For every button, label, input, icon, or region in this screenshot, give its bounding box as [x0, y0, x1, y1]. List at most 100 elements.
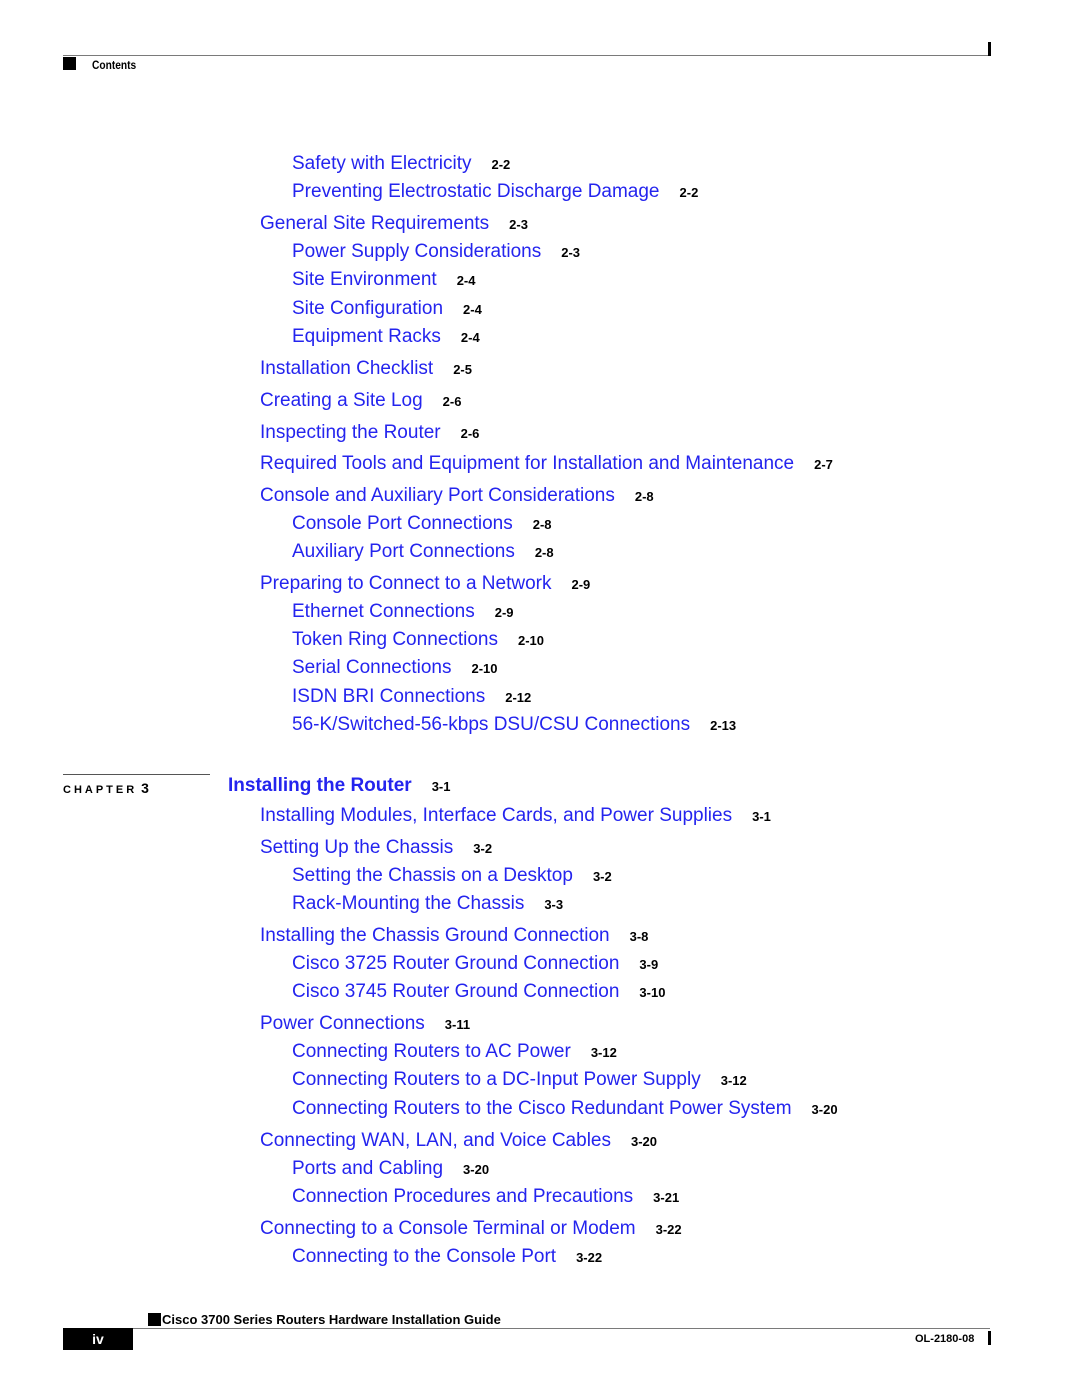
toc-entry-page: 3-9	[639, 957, 659, 972]
toc-entry[interactable]: 56-K/Switched-56-kbps DSU/CSU Connection…	[292, 714, 736, 736]
toc-entry-title-link[interactable]: Installing Modules, Interface Cards, and…	[260, 805, 732, 827]
toc-entry-title-link[interactable]: 56-K/Switched-56-kbps DSU/CSU Connection…	[292, 714, 690, 736]
toc-entry-title-link[interactable]: Setting Up the Chassis	[260, 837, 453, 859]
chapter-page: 3-1	[431, 779, 451, 794]
toc-entry-title-link[interactable]: Installation Checklist	[260, 358, 433, 380]
toc-entry-title-link[interactable]: Ports and Cabling	[292, 1158, 443, 1180]
toc-entry[interactable]: Preparing to Connect to a Network 2-9	[260, 573, 590, 595]
toc-entry-title-link[interactable]: Preparing to Connect to a Network	[260, 573, 552, 595]
toc-entry-page: 3-2	[592, 869, 612, 884]
toc-entry-title-link[interactable]: Inspecting the Router	[260, 422, 441, 444]
toc-entry[interactable]: Installation Checklist 2-5	[260, 358, 472, 380]
toc-entry-title-link[interactable]: Site Configuration	[292, 298, 443, 320]
toc-entry-title-link[interactable]: Connecting to the Console Port	[292, 1246, 556, 1268]
toc-entry-page: 2-13	[710, 718, 737, 733]
toc-entry-title-link[interactable]: Cisco 3745 Router Ground Connection	[292, 981, 619, 1003]
chapter-title-link[interactable]: Installing the Router	[228, 775, 412, 797]
toc-entry[interactable]: Safety with Electricity 2-2	[292, 153, 510, 175]
toc-entry-page: 2-4	[463, 302, 482, 317]
toc-entry-title-link[interactable]: Power Connections	[260, 1013, 425, 1035]
toc-entry[interactable]: Power Supply Considerations 2-3	[292, 241, 580, 263]
chapter-entry[interactable]: Installing the Router 3-1	[228, 775, 450, 797]
header-title: Contents	[92, 58, 137, 72]
toc-entry[interactable]: Site Environment 2-4	[292, 269, 475, 291]
toc-entry[interactable]: Connecting Routers to a DC-Input Power S…	[292, 1069, 747, 1091]
toc-entry[interactable]: Ports and Cabling 3-20	[292, 1158, 489, 1180]
toc-entry-title-link[interactable]: General Site Requirements	[260, 213, 489, 235]
toc-entry[interactable]: Connecting to the Console Port 3-22	[292, 1246, 602, 1268]
toc-entry[interactable]: Connection Procedures and Precautions 3-2…	[292, 1186, 679, 1208]
toc-entry-title-link[interactable]: Console and Auxiliary Port Consideration…	[260, 485, 615, 507]
toc-entry[interactable]: Rack-Mounting the Chassis 3-3	[292, 893, 563, 915]
toc-entry[interactable]: Console and Auxiliary Port Consideration…	[260, 485, 654, 507]
toc-entry[interactable]: Console Port Connections 2-8	[292, 513, 552, 535]
toc-entry[interactable]: Connecting WAN, LAN, and Voice Cables 3-2…	[260, 1130, 657, 1152]
toc-entry-page: 2-9	[571, 577, 591, 592]
toc-entry-title-link[interactable]: Equipment Racks	[292, 326, 441, 348]
toc-entry-title-link[interactable]: Installing the Chassis Ground Connection	[260, 925, 610, 947]
toc-entry[interactable]: Connecting to a Console Terminal or Mode…	[260, 1218, 682, 1240]
toc-entry-title-link[interactable]: Connecting Routers to a DC-Input Power S…	[292, 1069, 701, 1091]
toc-entry[interactable]: Preventing Electrostatic Discharge Damag…	[292, 181, 698, 203]
toc-entry[interactable]: Setting the Chassis on a Desktop 3-2	[292, 865, 612, 887]
toc-entry[interactable]: Token Ring Connections 2-10	[292, 629, 544, 651]
toc-entry[interactable]: General Site Requirements 2-3	[260, 213, 528, 235]
toc-entry[interactable]: Serial Connections 2-10	[292, 657, 498, 679]
toc-entry-page: 3-12	[720, 1073, 747, 1088]
toc-entry-page: 3-10	[639, 985, 666, 1000]
toc-entry-page: 2-10	[517, 633, 544, 648]
header-rule	[63, 55, 990, 56]
toc-entry[interactable]: Creating a Site Log 2-6	[260, 390, 461, 412]
footer-tick	[988, 1331, 991, 1345]
toc-entry-title-link[interactable]: Rack-Mounting the Chassis	[292, 893, 524, 915]
toc-entry[interactable]: Cisco 3745 Router Ground Connection 3-10	[292, 981, 665, 1003]
toc-entry-title-link[interactable]: Connecting to a Console Terminal or Mode…	[260, 1218, 636, 1240]
toc-entry-page: 2-3	[561, 245, 581, 260]
toc-entry-title-link[interactable]: Token Ring Connections	[292, 629, 498, 651]
toc-entry-title-link[interactable]: Required Tools and Equipment for Install…	[260, 453, 794, 475]
toc-entry-page: 3-8	[629, 929, 649, 944]
toc-entry[interactable]: Inspecting the Router 2-6	[260, 422, 479, 444]
footer-guide-title: Cisco 3700 Series Routers Hardware Insta…	[162, 1312, 501, 1327]
toc-entry[interactable]: Installing the Chassis Ground Connection…	[260, 925, 648, 947]
toc-entry[interactable]: Connecting Routers to the Cisco Redundan…	[292, 1098, 838, 1120]
toc-entry-page: 2-10	[471, 661, 498, 676]
toc-entry-page: 3-11	[444, 1017, 471, 1032]
toc-entry-page: 2-2	[679, 185, 699, 200]
toc-entry[interactable]: Required Tools and Equipment for Install…	[260, 453, 833, 475]
toc-entry[interactable]: Installing Modules, Interface Cards, and…	[260, 805, 771, 827]
toc-entry[interactable]: Auxiliary Port Connections 2-8	[292, 541, 554, 563]
chapter-label: CHAPTER 3	[63, 780, 149, 796]
toc-entry-title-link[interactable]: Safety with Electricity	[292, 153, 472, 175]
toc-entry-page: 2-8	[634, 489, 654, 504]
toc-entry-title-link[interactable]: Creating a Site Log	[260, 390, 423, 412]
toc-entry-title-link[interactable]: Power Supply Considerations	[292, 241, 541, 263]
toc-entry-title-link[interactable]: Serial Connections	[292, 657, 451, 679]
toc-entry[interactable]: Equipment Racks 2-4	[292, 326, 480, 348]
toc-entry[interactable]: Setting Up the Chassis 3-2	[260, 837, 492, 859]
toc-entry[interactable]: Power Connections 3-11	[260, 1013, 470, 1035]
header-tick	[988, 42, 991, 56]
toc-entry-title-link[interactable]: Ethernet Connections	[292, 601, 475, 623]
toc-entry-title-link[interactable]: Preventing Electrostatic Discharge Damag…	[292, 181, 660, 203]
toc-entry-title-link[interactable]: Connecting Routers to the Cisco Redundan…	[292, 1098, 792, 1120]
toc-entry-page: 2-9	[494, 605, 514, 620]
toc-entry[interactable]: Ethernet Connections 2-9	[292, 601, 514, 623]
toc-entry-page: 3-22	[655, 1222, 682, 1237]
toc-entry[interactable]: Cisco 3725 Router Ground Connection 3-9	[292, 953, 658, 975]
toc-entry-page: 2-3	[509, 217, 528, 232]
toc-entry-title-link[interactable]: Connection Procedures and Precautions	[292, 1186, 633, 1208]
toc-entry-page: 3-1	[752, 809, 771, 824]
toc-entry-page: 3-22	[576, 1250, 603, 1265]
toc-entry-title-link[interactable]: ISDN BRI Connections	[292, 686, 485, 708]
toc-entry-title-link[interactable]: Console Port Connections	[292, 513, 513, 535]
toc-entry[interactable]: Site Configuration 2-4	[292, 298, 482, 320]
toc-entry-title-link[interactable]: Cisco 3725 Router Ground Connection	[292, 953, 619, 975]
toc-entry-title-link[interactable]: Site Environment	[292, 269, 437, 291]
toc-entry[interactable]: Connecting Routers to AC Power 3-12	[292, 1041, 617, 1063]
toc-entry[interactable]: ISDN BRI Connections 2-12	[292, 686, 531, 708]
toc-entry-title-link[interactable]: Setting the Chassis on a Desktop	[292, 865, 573, 887]
toc-entry-title-link[interactable]: Connecting Routers to AC Power	[292, 1041, 571, 1063]
toc-entry-title-link[interactable]: Auxiliary Port Connections	[292, 541, 515, 563]
toc-entry-title-link[interactable]: Connecting WAN, LAN, and Voice Cables	[260, 1130, 611, 1152]
